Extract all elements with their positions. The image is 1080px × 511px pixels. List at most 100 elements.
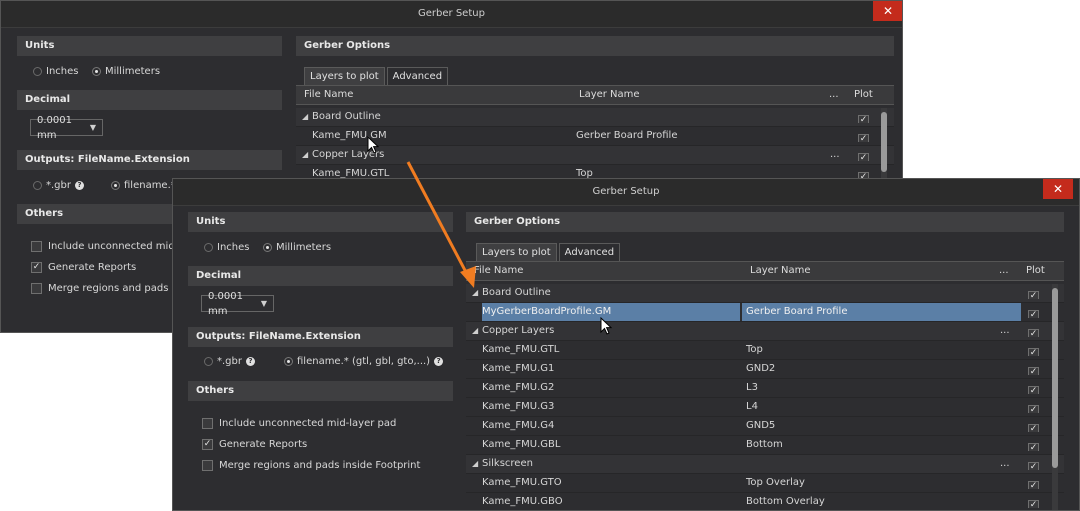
plot-checkbox[interactable]: ✓ <box>1028 363 1039 375</box>
file-name-cell[interactable]: Kame_FMU.GTO <box>482 474 740 492</box>
front-units-mm[interactable]: Millimeters <box>263 242 331 253</box>
group-more-button[interactable]: ... <box>1000 322 1010 340</box>
back-tab-advanced[interactable]: Advanced <box>386 67 449 85</box>
file-name-cell[interactable]: Kame_FMU.G1 <box>482 360 740 378</box>
table-row[interactable]: Kame_FMU.GM Gerber Board Profile ✓ <box>296 127 894 146</box>
back-others-opt-3[interactable]: Merge regions and pads ins <box>31 283 186 294</box>
table-row[interactable]: Kame_FMU.GBO Bottom Overlay ✓ <box>466 493 1064 510</box>
plot-checkbox[interactable]: ✓ <box>1028 496 1039 508</box>
layer-name-cell[interactable]: GND2 <box>742 360 1021 378</box>
front-dialog-title: Gerber Setup <box>592 186 660 197</box>
front-grid-scroll-thumb[interactable] <box>1052 288 1058 468</box>
group-name[interactable]: Board Outline <box>482 284 742 302</box>
group-row[interactable]: ◢ Board Outline ✓ <box>466 284 1064 303</box>
layer-name-cell[interactable]: Top Overlay <box>742 474 1021 492</box>
file-name-cell[interactable]: Kame_FMU.G4 <box>482 417 740 435</box>
plot-checkbox[interactable]: ✓ <box>1028 439 1039 451</box>
plot-checkbox[interactable]: ✓ <box>1028 325 1039 337</box>
back-grid-scroll-thumb[interactable] <box>881 112 887 172</box>
file-name-cell[interactable]: Kame_FMU.G3 <box>482 398 740 416</box>
plot-checkbox[interactable]: ✓ <box>858 111 869 123</box>
back-col-file[interactable]: File Name <box>304 86 353 104</box>
layer-name-cell[interactable]: Bottom Overlay <box>742 493 1021 510</box>
back-outputs-filename[interactable]: filename.* <box>111 180 176 191</box>
plot-checkbox[interactable]: ✓ <box>858 130 869 142</box>
file-name-cell[interactable]: Kame_FMU.G2 <box>482 379 740 397</box>
layer-name-cell[interactable]: Gerber Board Profile <box>742 303 1021 321</box>
plot-checkbox[interactable]: ✓ <box>1028 306 1039 318</box>
back-units-inches[interactable]: Inches <box>33 66 79 77</box>
layer-name-cell[interactable]: L4 <box>742 398 1021 416</box>
group-row[interactable]: ◢ Board Outline ✓ <box>296 108 894 127</box>
file-name-cell[interactable]: Kame_FMU.GBO <box>482 493 740 510</box>
plot-checkbox[interactable]: ✓ <box>1028 458 1039 470</box>
front-others-opt-2[interactable]: ✓ Generate Reports <box>202 439 307 450</box>
front-tab-layers-to-plot[interactable]: Layers to plot <box>476 243 557 261</box>
layer-name-cell[interactable]: L3 <box>742 379 1021 397</box>
table-row[interactable]: Kame_FMU.GTO Top Overlay ✓ <box>466 474 1064 493</box>
front-others-opt-1[interactable]: Include unconnected mid-layer pad <box>202 418 396 429</box>
front-close-button[interactable]: ✕ <box>1043 179 1073 199</box>
front-col-layer[interactable]: Layer Name <box>750 262 811 280</box>
front-outputs-gbr[interactable]: *.gbr ? <box>204 356 255 367</box>
plot-checkbox[interactable]: ✓ <box>1028 420 1039 432</box>
table-row[interactable]: MyGerberBoardProfile.GM Gerber Board Prof… <box>466 303 1064 322</box>
help-icon[interactable]: ? <box>75 181 84 190</box>
back-col-plot[interactable]: Plot <box>854 86 873 104</box>
expand-triangle-icon[interactable]: ◢ <box>472 455 478 473</box>
front-others-opt-3[interactable]: Merge regions and pads inside Footprint <box>202 460 420 471</box>
expand-triangle-icon[interactable]: ◢ <box>302 108 308 126</box>
table-row[interactable]: Kame_FMU.G1 GND2 ✓ <box>466 360 1064 379</box>
group-more-button[interactable]: ... <box>1000 455 1010 473</box>
table-row[interactable]: Kame_FMU.G4 GND5 ✓ <box>466 417 1064 436</box>
plot-checkbox[interactable]: ✓ <box>1028 287 1039 299</box>
back-tab-layers-to-plot[interactable]: Layers to plot <box>304 67 385 85</box>
layer-name-cell[interactable]: Gerber Board Profile <box>572 127 851 145</box>
back-units-mm[interactable]: Millimeters <box>92 66 160 77</box>
front-col-dots[interactable]: ... <box>999 262 1009 280</box>
front-units-inches[interactable]: Inches <box>204 242 250 253</box>
help-icon[interactable]: ? <box>434 357 444 366</box>
back-col-layer[interactable]: Layer Name <box>579 86 640 104</box>
file-name-cell[interactable]: Kame_FMU.GM <box>312 127 570 145</box>
group-name[interactable]: Board Outline <box>312 108 572 126</box>
expand-triangle-icon[interactable]: ◢ <box>472 284 478 302</box>
back-others-opt-2[interactable]: ✓ Generate Reports <box>31 262 136 273</box>
plot-checkbox[interactable]: ✓ <box>1028 401 1039 413</box>
file-name-cell[interactable]: Kame_FMU.GTL <box>482 341 740 359</box>
group-more-button[interactable]: ... <box>830 146 840 164</box>
front-col-file[interactable]: File Name <box>474 262 523 280</box>
front-outputs-filename[interactable]: filename.* (gtl, gbl, gto,...) ? <box>284 356 444 367</box>
table-row[interactable]: Kame_FMU.GTL Top ✓ <box>466 341 1064 360</box>
group-row[interactable]: ◢ Copper Layers... ✓ <box>296 146 894 165</box>
front-grid-scrollbar[interactable] <box>1052 284 1058 510</box>
plot-checkbox[interactable]: ✓ <box>1028 477 1039 489</box>
help-icon[interactable]: ? <box>246 357 255 366</box>
front-decimal-dropdown[interactable]: 0.0001 mm ▼ <box>201 291 274 317</box>
layer-name-cell[interactable]: Bottom <box>742 436 1021 454</box>
table-row[interactable]: Kame_FMU.G2 L3 ✓ <box>466 379 1064 398</box>
back-col-dots[interactable]: ... <box>829 86 839 104</box>
back-close-button[interactable]: ✕ <box>873 1 902 21</box>
group-row[interactable]: ◢ Silkscreen... ✓ <box>466 455 1064 474</box>
table-row[interactable]: Kame_FMU.GBL Bottom ✓ <box>466 436 1064 455</box>
file-name-cell[interactable]: Kame_FMU.GBL <box>482 436 740 454</box>
group-name[interactable]: Copper Layers <box>312 146 572 164</box>
plot-checkbox[interactable]: ✓ <box>858 149 869 161</box>
expand-triangle-icon[interactable]: ◢ <box>302 146 308 164</box>
back-others-opt-1[interactable]: Include unconnected mid-la <box>31 241 187 252</box>
front-col-plot[interactable]: Plot <box>1026 262 1045 280</box>
back-outputs-gbr[interactable]: *.gbr ? <box>33 180 84 191</box>
back-decimal-dropdown[interactable]: 0.0001 mm ▼ <box>30 115 103 141</box>
expand-triangle-icon[interactable]: ◢ <box>472 322 478 340</box>
group-name[interactable]: Silkscreen <box>482 455 742 473</box>
plot-checkbox[interactable]: ✓ <box>1028 382 1039 394</box>
table-row[interactable]: Kame_FMU.G3 L4 ✓ <box>466 398 1064 417</box>
front-title-bar: Gerber Setup <box>173 179 1079 206</box>
checkmark-icon: ✓ <box>1028 500 1039 508</box>
plot-checkbox[interactable]: ✓ <box>1028 344 1039 356</box>
layer-name-cell[interactable]: Top <box>742 341 1021 359</box>
group-row[interactable]: ◢ Copper Layers... ✓ <box>466 322 1064 341</box>
layer-name-cell[interactable]: GND5 <box>742 417 1021 435</box>
front-tab-advanced[interactable]: Advanced <box>558 243 621 261</box>
